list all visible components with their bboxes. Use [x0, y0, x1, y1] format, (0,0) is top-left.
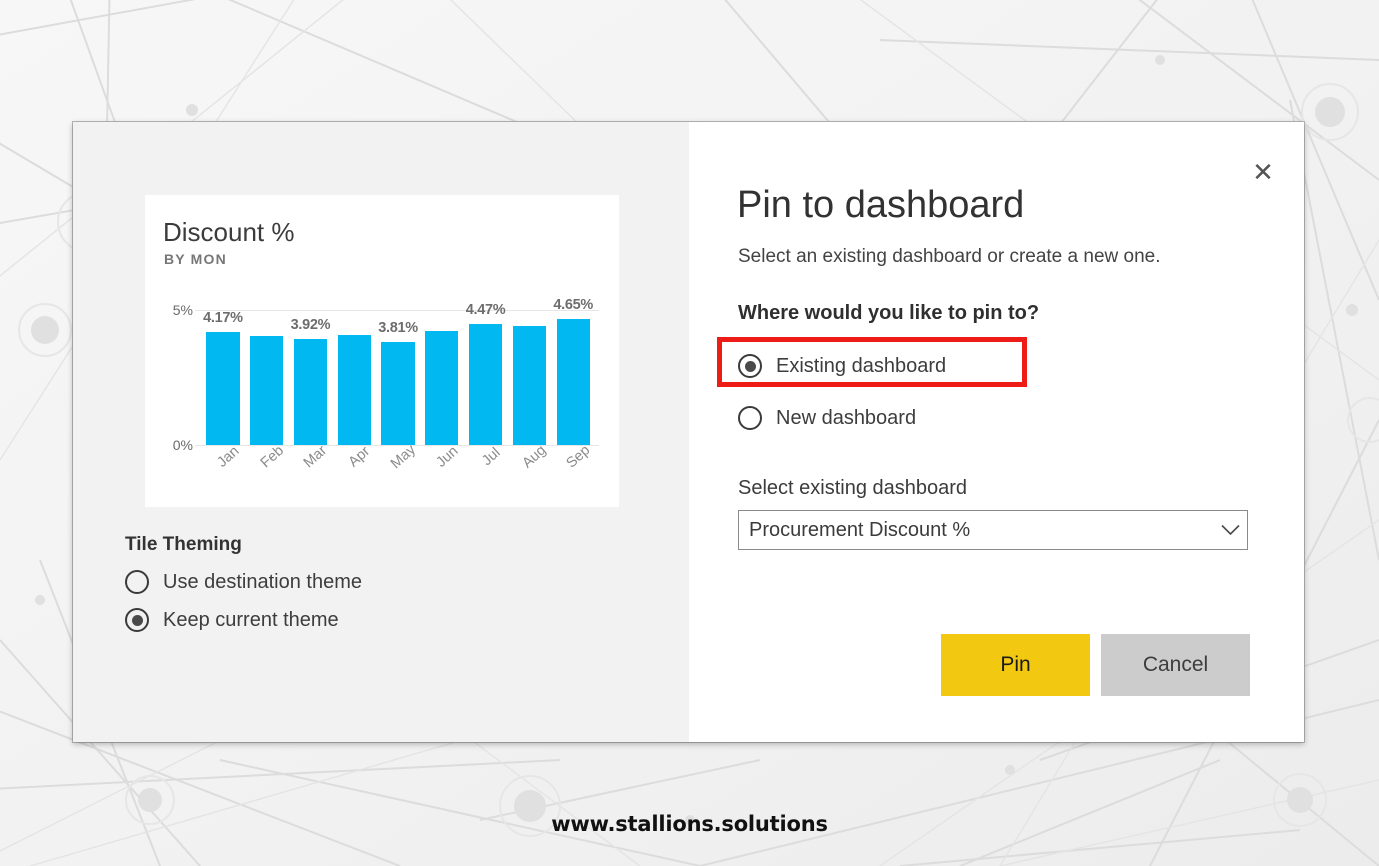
bar[interactable]: [337, 335, 371, 445]
bar[interactable]: [425, 331, 459, 445]
bar[interactable]: [381, 342, 415, 445]
bar[interactable]: [250, 336, 284, 445]
dialog-action-buttons: Pin Cancel: [941, 634, 1250, 696]
chart-preview-card: Discount % BY MON 0% 5% 4.17% 3.92% 3.81% 4.…: [145, 195, 619, 507]
x-axis-tick: Sep: [551, 442, 595, 487]
bar[interactable]: [293, 339, 328, 445]
preview-pane: Discount % BY MON 0% 5% 4.17% 3.92% 3.81% 4.…: [73, 122, 689, 742]
bar-column[interactable]: [332, 310, 376, 445]
pin-to-dashboard-dialog: Discount % BY MON 0% 5% 4.17% 3.92% 3.81% 4.…: [73, 122, 1304, 742]
tile-theming-option-1[interactable]: Keep current theme: [125, 608, 585, 632]
x-axis-tick: Feb: [245, 443, 289, 487]
bar[interactable]: [512, 325, 546, 445]
bar-value-label: 4.17%: [203, 310, 243, 327]
radio-icon[interactable]: [738, 354, 762, 378]
destination-option-label: New dashboard: [776, 406, 917, 429]
tile-theming-option-0[interactable]: Use destination theme: [125, 570, 585, 594]
y-axis-tick-label: 0%: [172, 437, 193, 453]
radio-icon[interactable]: [125, 570, 149, 594]
bar-column[interactable]: [507, 310, 551, 445]
chart-x-axis: Jan Feb Mar Apr May Jun Jul Aug Sep: [201, 442, 595, 487]
bar-value-label: 4.47%: [465, 302, 506, 319]
where-to-pin-heading: Where would you like to pin to?: [738, 302, 1040, 324]
existing-dashboard-select[interactable]: Procurement Discount %: [738, 510, 1248, 550]
close-icon[interactable]: ✕: [1248, 158, 1278, 188]
tile-theming-title: Tile Theming: [125, 534, 242, 555]
bar-column[interactable]: 4.17%: [201, 310, 245, 445]
pin-options-pane: ✕ Pin to dashboard Select an existing da…: [689, 122, 1304, 742]
x-axis-tick: Mar: [289, 443, 333, 487]
cancel-button[interactable]: Cancel: [1101, 634, 1250, 696]
bar-column[interactable]: 3.92%: [289, 310, 333, 445]
x-axis-tick-label: Jun: [433, 443, 462, 471]
chart-plot-area: 0% 5% 4.17% 3.92% 3.81% 4.47% 4.65% Jan Feb Mar…: [163, 297, 603, 472]
tile-theming-options: Use destination theme Keep current theme: [125, 570, 585, 632]
bar[interactable]: [468, 324, 503, 445]
chart-title: Discount %: [163, 217, 295, 247]
bar-value-label: 4.65%: [553, 297, 593, 314]
x-axis-tick-label: Jul: [478, 444, 504, 470]
x-axis-tick: Apr: [332, 443, 376, 487]
chart-subtitle: BY MON: [164, 251, 227, 267]
bar[interactable]: [556, 319, 590, 445]
watermark: www.stallions.solutions: [551, 812, 828, 836]
bar-column[interactable]: 3.81%: [376, 310, 420, 445]
bar-value-label: 3.81%: [378, 320, 418, 337]
x-axis-tick-label: Sep: [563, 442, 594, 472]
y-axis-tick-label: 5%: [172, 302, 193, 318]
bar-column[interactable]: 4.47%: [464, 302, 508, 445]
tile-theming-option-label: Keep current theme: [163, 608, 339, 631]
x-axis-tick-label: May: [387, 441, 419, 473]
tile-theming-section: Tile Theming Use destination theme Keep c…: [125, 534, 585, 632]
x-axis-tick-label: Aug: [519, 442, 550, 472]
bar-column[interactable]: [420, 310, 464, 445]
x-axis-tick: Aug: [507, 442, 551, 487]
destination-option-1[interactable]: New dashboard: [738, 396, 1138, 440]
x-axis-tick: Jun: [420, 443, 464, 487]
chart-bars: 4.17% 3.92% 3.81% 4.47% 4.65%: [201, 297, 595, 445]
radio-icon[interactable]: [738, 406, 762, 430]
x-axis-tick-label: Jan: [214, 443, 243, 471]
destination-option-label: Existing dashboard: [776, 354, 947, 377]
x-axis-tick: May: [376, 442, 420, 487]
chevron-down-icon: [1213, 524, 1247, 536]
pin-button[interactable]: Pin: [941, 634, 1090, 696]
bar-column[interactable]: 4.65%: [551, 297, 595, 445]
existing-dashboard-select-value: Procurement Discount %: [749, 518, 971, 541]
tile-theming-option-label: Use destination theme: [163, 570, 363, 593]
page-title: Pin to dashboard: [737, 184, 1025, 226]
x-axis-tick-label: Apr: [345, 443, 374, 471]
destination-radio-group: Existing dashboard New dashboard: [738, 344, 1138, 440]
bar[interactable]: [206, 332, 240, 445]
destination-option-0[interactable]: Existing dashboard: [738, 344, 1138, 388]
x-axis-tick: Jul: [464, 444, 508, 487]
bar-column[interactable]: [245, 310, 289, 445]
x-axis-tick-label: Feb: [257, 442, 287, 472]
radio-icon[interactable]: [125, 608, 149, 632]
x-axis-tick: Jan: [201, 443, 245, 487]
bar-value-label: 3.92%: [290, 317, 331, 334]
x-axis-tick-label: Mar: [301, 442, 331, 472]
select-dashboard-label: Select existing dashboard: [738, 477, 968, 499]
dialog-subtitle: Select an existing dashboard or create a…: [738, 246, 1161, 267]
